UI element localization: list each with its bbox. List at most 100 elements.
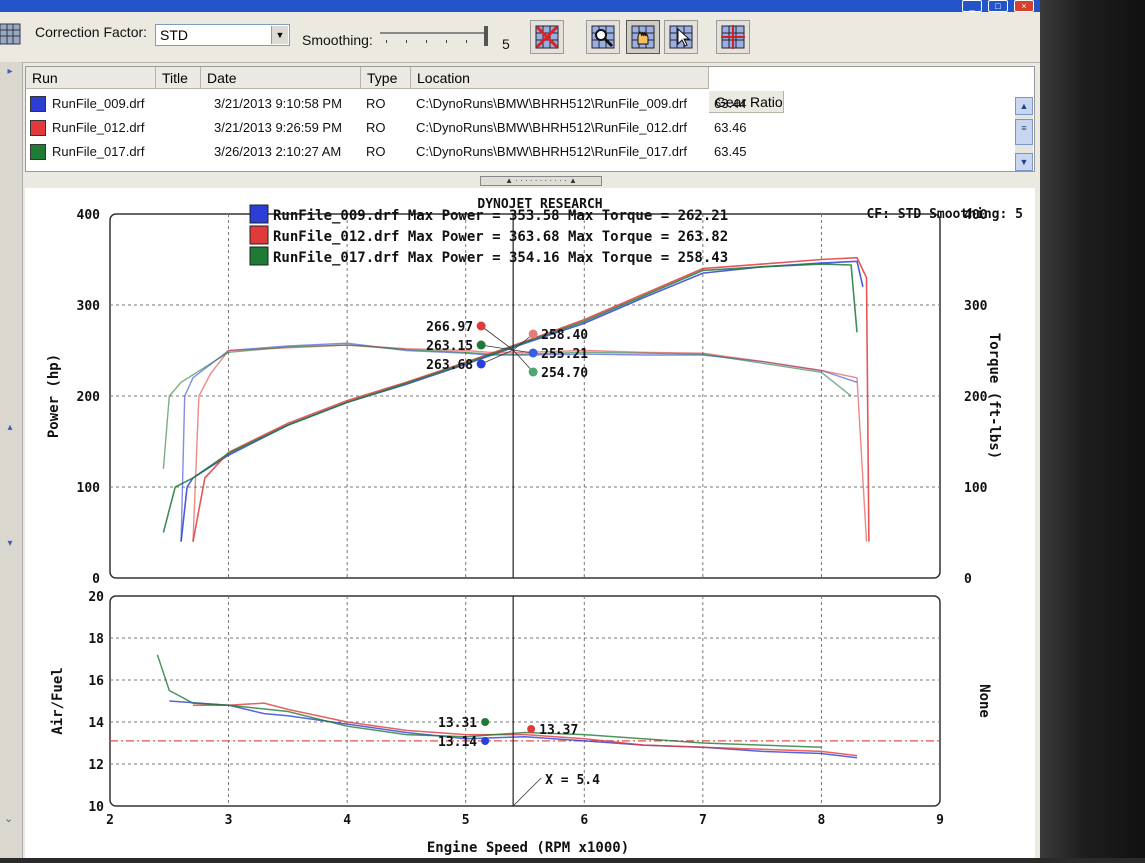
cursor-value-label: 13.31 — [438, 716, 477, 731]
chevron-down-icon[interactable]: ▾ — [4, 538, 16, 550]
y-right-tick-label: 100 — [964, 481, 988, 496]
run-gear-ratio: 63.44 — [714, 96, 747, 111]
minimize-icon[interactable]: _ — [962, 0, 982, 12]
run-date: 3/21/2013 9:26:59 PM — [214, 120, 342, 135]
chevron-down-icon[interactable]: ⌄ — [4, 812, 13, 825]
run-type: RO — [366, 96, 386, 111]
dynojet-window: _ □ × Correction Factor: STD ▼ Smoothing… — [0, 0, 1040, 858]
x-tick-label: 7 — [699, 813, 707, 828]
legend-entry: RunFile_009.drf Max Power = 353.58 Max T… — [273, 208, 728, 224]
title-bar: _ □ × — [0, 0, 1040, 12]
cursor-button[interactable] — [664, 20, 698, 54]
toolbar: Correction Factor: STD ▼ Smoothing: 5 — [0, 12, 1040, 63]
run-date: 3/26/2013 2:10:27 AM — [214, 144, 342, 159]
run-name: RunFile_012.drf — [52, 120, 145, 135]
legend-entry: RunFile_012.drf Max Power = 363.68 Max T… — [273, 229, 728, 245]
y-tick-label: 18 — [88, 632, 104, 647]
panel-splitter[interactable]: ▲ · · · · · · · · · · · ▲ — [480, 176, 602, 186]
x-axis-label: Engine Speed (RPM x1000) — [427, 840, 629, 856]
close-icon[interactable]: × — [1014, 0, 1034, 12]
maximize-icon[interactable]: □ — [988, 0, 1008, 12]
y-tick-label: 0 — [92, 572, 100, 587]
graph-layout-button[interactable] — [716, 20, 750, 54]
cursor-value-label: 255.21 — [541, 347, 588, 362]
cursor-value-label: 13.14 — [438, 735, 477, 750]
run-location: C:\DynoRuns\BMW\BHRH512\RunFile_017.drf — [416, 144, 687, 159]
legend-swatch — [249, 246, 269, 266]
y-tick-label: 14 — [88, 716, 104, 731]
cursor-value-label: 13.37 — [539, 723, 578, 738]
cursor-point — [476, 359, 486, 369]
chevron-up-icon[interactable]: ▴ — [4, 422, 16, 434]
cursor-point — [528, 329, 538, 339]
run-name: RunFile_009.drf — [52, 96, 145, 111]
x-tick-label: 2 — [106, 813, 114, 828]
run-color-swatch — [30, 120, 46, 136]
slider-tick — [406, 40, 407, 43]
smoothing-slider[interactable] — [380, 26, 490, 48]
column-header-title[interactable]: Title — [156, 67, 201, 89]
zoom-button[interactable] — [586, 20, 620, 54]
column-header-type[interactable]: Type — [361, 67, 411, 89]
y-right-axis-label: Torque (ft-lbs) — [986, 333, 1002, 459]
smoothing-value: 5 — [502, 36, 510, 52]
grid-icon — [721, 25, 745, 49]
cursor-point — [527, 725, 536, 733]
monitor-bezel — [1040, 0, 1145, 858]
table-row[interactable]: RunFile_012.drf 3/21/2013 9:26:59 PM RO … — [26, 117, 1016, 139]
pan-button[interactable] — [626, 20, 660, 54]
scroll-down-icon[interactable]: ▼ — [1015, 153, 1033, 171]
left-panel-strip: ▸ ▴ ▾ — [0, 62, 23, 858]
table-row[interactable]: RunFile_009.drf 3/21/2013 9:10:58 PM RO … — [26, 93, 1016, 115]
cursor-icon — [669, 25, 693, 49]
slider-thumb[interactable] — [484, 26, 488, 46]
scroll-up-icon[interactable]: ▲ — [1015, 97, 1033, 115]
cursor-value-label: 258.40 — [541, 328, 588, 343]
run-type: RO — [366, 120, 386, 135]
legend-entry: RunFile_017.drf Max Power = 354.16 Max T… — [273, 250, 728, 266]
y-tick-label: 16 — [88, 674, 104, 689]
pan-hand-icon — [631, 25, 655, 49]
column-header-location[interactable]: Location — [411, 67, 709, 89]
run-color-swatch — [30, 96, 46, 112]
run-color-swatch — [30, 144, 46, 160]
slider-tick — [426, 40, 427, 43]
column-header-date[interactable]: Date — [201, 67, 361, 89]
run-type: RO — [366, 144, 386, 159]
delete-graph-button[interactable] — [530, 20, 564, 54]
table-row[interactable]: RunFile_017.drf 3/26/2013 2:10:27 AM RO … — [26, 141, 1016, 163]
cursor-value-label: 266.97 — [426, 320, 473, 335]
x-tick-label: 6 — [580, 813, 588, 828]
dyno-chart-area: 0 100 200 300 400 0 100 200 300 400 10 12 14 16 18 20 2 3… — [25, 188, 1035, 858]
x-tick-label: 5 — [462, 813, 470, 828]
cursor-point — [476, 321, 486, 331]
y-tick-label: 12 — [88, 758, 104, 773]
y-axis-label: Power (hp) — [46, 354, 62, 438]
chevron-down-icon[interactable]: ▼ — [271, 26, 288, 44]
cursor-value-label: 263.15 — [426, 339, 473, 354]
y-right-axis-label: None — [976, 684, 992, 718]
grid-app-icon — [0, 23, 21, 45]
correction-factor-label: Correction Factor: — [35, 24, 148, 40]
legend-swatch — [249, 204, 269, 224]
delete-graph-icon — [535, 25, 559, 49]
column-header-run[interactable]: Run — [26, 67, 156, 89]
run-date: 3/21/2013 9:10:58 PM — [214, 96, 342, 111]
cursor-point — [528, 348, 538, 358]
y-tick-label: 20 — [88, 590, 104, 605]
cursor-x-label: X = 5.4 — [545, 773, 600, 788]
cursor-point — [476, 340, 486, 350]
afr-plot-frame — [109, 595, 941, 807]
correction-factor-select[interactable]: STD ▼ — [155, 24, 290, 46]
table-scrollbar[interactable]: ▲ ≡ ▼ — [1015, 97, 1033, 171]
scroll-thumb[interactable]: ≡ — [1015, 119, 1033, 145]
slider-track — [380, 32, 486, 34]
slider-tick — [386, 40, 387, 43]
y-tick-label: 300 — [77, 299, 101, 314]
y-tick-label: 400 — [77, 208, 101, 223]
collapse-icon[interactable]: ▸ — [4, 66, 16, 78]
run-gear-ratio: 63.46 — [714, 120, 747, 135]
cursor-value-label: 254.70 — [541, 366, 588, 381]
correction-factor-value: STD — [160, 27, 188, 43]
y-tick-label: 100 — [77, 481, 101, 496]
